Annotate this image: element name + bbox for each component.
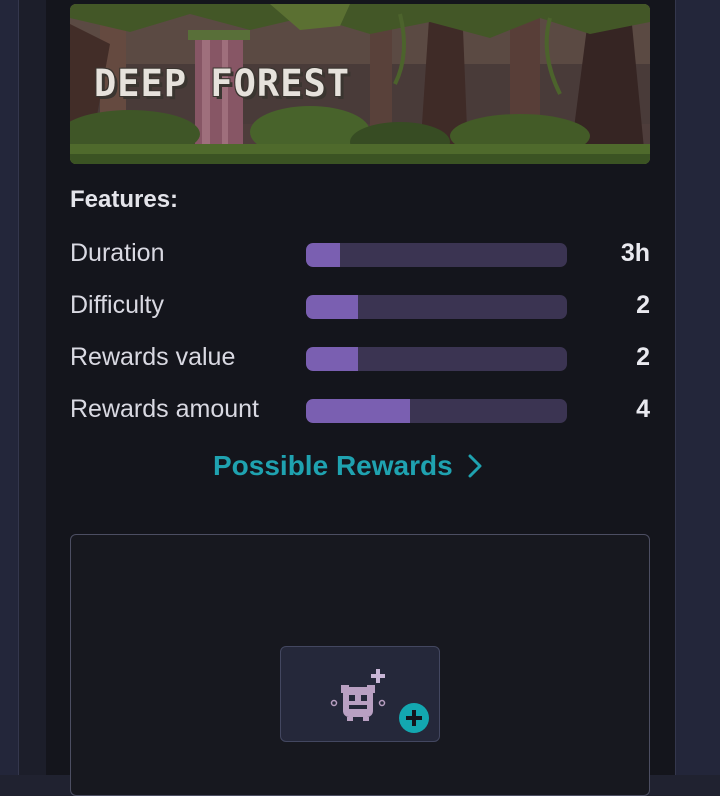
feature-bar-fill: [306, 399, 411, 423]
feature-bar-fill: [306, 243, 340, 267]
feature-row-duration: Duration 3h: [70, 233, 650, 273]
feature-bar-fill: [306, 295, 359, 319]
feature-value: 2: [636, 291, 650, 319]
feature-row-rewards-value: Rewards value 2: [70, 337, 650, 377]
feature-label: Duration: [70, 239, 165, 267]
feature-label: Rewards amount: [70, 395, 259, 423]
feature-bar: [306, 295, 567, 319]
feature-row-rewards-amount: Rewards amount 4: [70, 389, 650, 429]
possible-rewards-label: Possible Rewards: [213, 450, 453, 481]
feature-value: 2: [636, 343, 650, 371]
location-title: DEEP FOREST: [94, 62, 351, 105]
feature-value: 3h: [620, 239, 650, 267]
features-heading: Features:: [70, 186, 179, 213]
feature-label: Difficulty: [70, 291, 165, 319]
location-panel: DEEP FOREST Features: Duration 3h Diffic…: [46, 0, 675, 796]
feature-row-difficulty: Difficulty 2: [70, 285, 650, 325]
plus-circle-icon: [399, 703, 429, 733]
feature-label: Rewards value: [70, 343, 236, 371]
left-edge: [0, 0, 18, 775]
add-creature-button[interactable]: [280, 646, 440, 742]
feature-bar-fill: [306, 347, 359, 371]
feature-value: 4: [636, 395, 650, 423]
left-frame: [18, 0, 47, 775]
creature-slot-area: [70, 534, 650, 796]
location-banner: DEEP FOREST: [70, 4, 650, 164]
chevron-right-icon: [468, 454, 482, 478]
feature-bar: [306, 243, 567, 267]
feature-bar: [306, 347, 567, 371]
feature-bar: [306, 399, 567, 423]
right-frame: [675, 0, 720, 775]
possible-rewards-link[interactable]: Possible Rewards: [213, 450, 483, 482]
